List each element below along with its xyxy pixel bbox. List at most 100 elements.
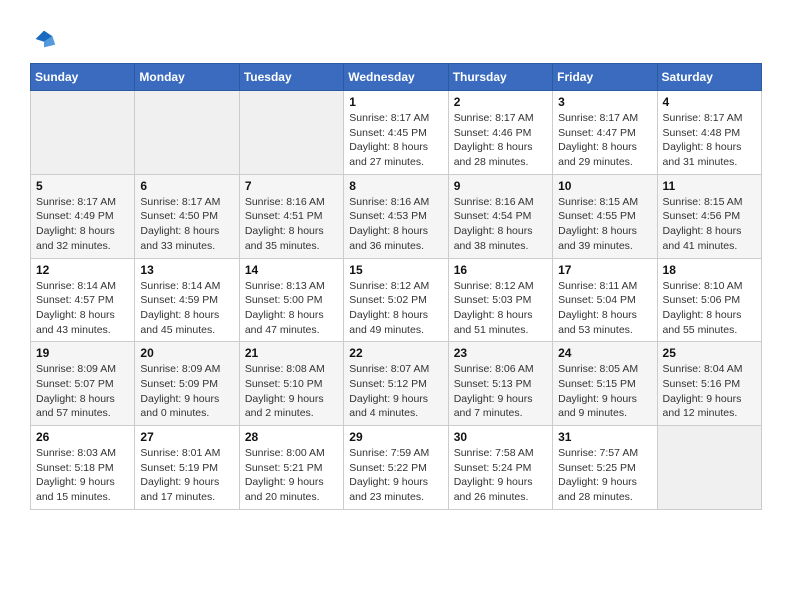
weekday-thursday: Thursday (448, 64, 552, 91)
day-number: 13 (140, 263, 233, 277)
day-number: 14 (245, 263, 338, 277)
day-number: 18 (663, 263, 756, 277)
day-number: 19 (36, 346, 129, 360)
day-cell: 26 Sunrise: 8:03 AM Sunset: 5:18 PM Dayli… (31, 426, 135, 510)
day-cell: 1 Sunrise: 8:17 AM Sunset: 4:45 PM Daylig… (344, 91, 448, 175)
day-info: Sunrise: 8:05 AM Sunset: 5:15 PM Dayligh… (558, 362, 651, 421)
day-number: 5 (36, 179, 129, 193)
weekday-saturday: Saturday (657, 64, 761, 91)
day-cell: 6 Sunrise: 8:17 AM Sunset: 4:50 PM Daylig… (135, 174, 239, 258)
logo (30, 25, 62, 53)
day-info: Sunrise: 8:17 AM Sunset: 4:50 PM Dayligh… (140, 195, 233, 254)
day-number: 6 (140, 179, 233, 193)
day-cell: 7 Sunrise: 8:16 AM Sunset: 4:51 PM Daylig… (239, 174, 343, 258)
day-info: Sunrise: 8:14 AM Sunset: 4:57 PM Dayligh… (36, 279, 129, 338)
day-cell: 8Sunrise: 8:16 AM Sunset: 4:53 PM Daylig… (344, 174, 448, 258)
day-number: 28 (245, 430, 338, 444)
weekday-tuesday: Tuesday (239, 64, 343, 91)
day-number: 9 (454, 179, 547, 193)
day-number: 29 (349, 430, 442, 444)
day-number: 8 (349, 179, 442, 193)
day-cell (135, 91, 239, 175)
day-info: Sunrise: 8:17 AM Sunset: 4:45 PM Dayligh… (349, 111, 442, 170)
day-info: Sunrise: 8:15 AM Sunset: 4:55 PM Dayligh… (558, 195, 651, 254)
day-number: 15 (349, 263, 442, 277)
day-info: Sunrise: 8:13 AM Sunset: 5:00 PM Dayligh… (245, 279, 338, 338)
day-number: 11 (663, 179, 756, 193)
day-cell: 19 Sunrise: 8:09 AM Sunset: 5:07 PM Dayli… (31, 342, 135, 426)
calendar: SundayMondayTuesdayWednesdayThursdayFrid… (30, 63, 762, 510)
day-info: Sunrise: 8:17 AM Sunset: 4:49 PM Dayligh… (36, 195, 129, 254)
day-cell: 18 Sunrise: 8:10 AM Sunset: 5:06 PM Dayli… (657, 258, 761, 342)
day-cell: 10Sunrise: 8:15 AM Sunset: 4:55 PM Dayli… (553, 174, 657, 258)
day-cell: 22 Sunrise: 8:07 AM Sunset: 5:12 PM Dayli… (344, 342, 448, 426)
day-info: Sunrise: 7:58 AM Sunset: 5:24 PM Dayligh… (454, 446, 547, 505)
day-cell: 16 Sunrise: 8:12 AM Sunset: 5:03 PM Dayli… (448, 258, 552, 342)
day-cell: 27 Sunrise: 8:01 AM Sunset: 5:19 PM Dayli… (135, 426, 239, 510)
day-info: Sunrise: 8:16 AM Sunset: 4:54 PM Dayligh… (454, 195, 547, 254)
day-number: 23 (454, 346, 547, 360)
day-cell: 14 Sunrise: 8:13 AM Sunset: 5:00 PM Dayli… (239, 258, 343, 342)
day-info: Sunrise: 8:07 AM Sunset: 5:12 PM Dayligh… (349, 362, 442, 421)
weekday-wednesday: Wednesday (344, 64, 448, 91)
day-info: Sunrise: 8:01 AM Sunset: 5:19 PM Dayligh… (140, 446, 233, 505)
weekday-friday: Friday (553, 64, 657, 91)
day-info: Sunrise: 8:17 AM Sunset: 4:47 PM Dayligh… (558, 111, 651, 170)
day-number: 31 (558, 430, 651, 444)
day-number: 27 (140, 430, 233, 444)
week-row-4: 19 Sunrise: 8:09 AM Sunset: 5:07 PM Dayli… (31, 342, 762, 426)
day-cell (239, 91, 343, 175)
day-number: 16 (454, 263, 547, 277)
day-cell: 23Sunrise: 8:06 AM Sunset: 5:13 PM Dayli… (448, 342, 552, 426)
day-info: Sunrise: 8:09 AM Sunset: 5:09 PM Dayligh… (140, 362, 233, 421)
day-cell: 28 Sunrise: 8:00 AM Sunset: 5:21 PM Dayli… (239, 426, 343, 510)
day-info: Sunrise: 7:59 AM Sunset: 5:22 PM Dayligh… (349, 446, 442, 505)
day-cell: 12 Sunrise: 8:14 AM Sunset: 4:57 PM Dayli… (31, 258, 135, 342)
day-info: Sunrise: 8:11 AM Sunset: 5:04 PM Dayligh… (558, 279, 651, 338)
day-info: Sunrise: 8:12 AM Sunset: 5:02 PM Dayligh… (349, 279, 442, 338)
day-cell: 31 Sunrise: 7:57 AM Sunset: 5:25 PM Dayli… (553, 426, 657, 510)
week-row-3: 12 Sunrise: 8:14 AM Sunset: 4:57 PM Dayli… (31, 258, 762, 342)
day-number: 30 (454, 430, 547, 444)
day-number: 26 (36, 430, 129, 444)
day-cell (657, 426, 761, 510)
day-cell: 17Sunrise: 8:11 AM Sunset: 5:04 PM Dayli… (553, 258, 657, 342)
day-info: Sunrise: 8:10 AM Sunset: 5:06 PM Dayligh… (663, 279, 756, 338)
day-number: 1 (349, 95, 442, 109)
day-cell: 3 Sunrise: 8:17 AM Sunset: 4:47 PM Daylig… (553, 91, 657, 175)
day-number: 24 (558, 346, 651, 360)
day-cell (31, 91, 135, 175)
day-number: 20 (140, 346, 233, 360)
day-info: Sunrise: 8:16 AM Sunset: 4:51 PM Dayligh… (245, 195, 338, 254)
weekday-monday: Monday (135, 64, 239, 91)
day-cell: 29 Sunrise: 7:59 AM Sunset: 5:22 PM Dayli… (344, 426, 448, 510)
day-number: 12 (36, 263, 129, 277)
day-number: 4 (663, 95, 756, 109)
day-cell: 13Sunrise: 8:14 AM Sunset: 4:59 PM Dayli… (135, 258, 239, 342)
day-number: 22 (349, 346, 442, 360)
day-number: 7 (245, 179, 338, 193)
day-cell: 21Sunrise: 8:08 AM Sunset: 5:10 PM Dayli… (239, 342, 343, 426)
day-cell: 5 Sunrise: 8:17 AM Sunset: 4:49 PM Daylig… (31, 174, 135, 258)
day-number: 3 (558, 95, 651, 109)
weekday-sunday: Sunday (31, 64, 135, 91)
day-cell: 25Sunrise: 8:04 AM Sunset: 5:16 PM Dayli… (657, 342, 761, 426)
day-cell: 4Sunrise: 8:17 AM Sunset: 4:48 PM Daylig… (657, 91, 761, 175)
day-info: Sunrise: 8:03 AM Sunset: 5:18 PM Dayligh… (36, 446, 129, 505)
day-info: Sunrise: 8:09 AM Sunset: 5:07 PM Dayligh… (36, 362, 129, 421)
calendar-body: 1 Sunrise: 8:17 AM Sunset: 4:45 PM Daylig… (31, 91, 762, 510)
day-cell: 11Sunrise: 8:15 AM Sunset: 4:56 PM Dayli… (657, 174, 761, 258)
day-info: Sunrise: 8:17 AM Sunset: 4:46 PM Dayligh… (454, 111, 547, 170)
day-cell: 9 Sunrise: 8:16 AM Sunset: 4:54 PM Daylig… (448, 174, 552, 258)
day-info: Sunrise: 8:08 AM Sunset: 5:10 PM Dayligh… (245, 362, 338, 421)
day-cell: 20 Sunrise: 8:09 AM Sunset: 5:09 PM Dayli… (135, 342, 239, 426)
day-cell: 15 Sunrise: 8:12 AM Sunset: 5:02 PM Dayli… (344, 258, 448, 342)
day-number: 25 (663, 346, 756, 360)
day-cell: 30 Sunrise: 7:58 AM Sunset: 5:24 PM Dayli… (448, 426, 552, 510)
week-row-2: 5 Sunrise: 8:17 AM Sunset: 4:49 PM Daylig… (31, 174, 762, 258)
calendar-header: SundayMondayTuesdayWednesdayThursdayFrid… (31, 64, 762, 91)
week-row-5: 26 Sunrise: 8:03 AM Sunset: 5:18 PM Dayli… (31, 426, 762, 510)
day-info: Sunrise: 7:57 AM Sunset: 5:25 PM Dayligh… (558, 446, 651, 505)
day-info: Sunrise: 8:00 AM Sunset: 5:21 PM Dayligh… (245, 446, 338, 505)
day-info: Sunrise: 8:12 AM Sunset: 5:03 PM Dayligh… (454, 279, 547, 338)
